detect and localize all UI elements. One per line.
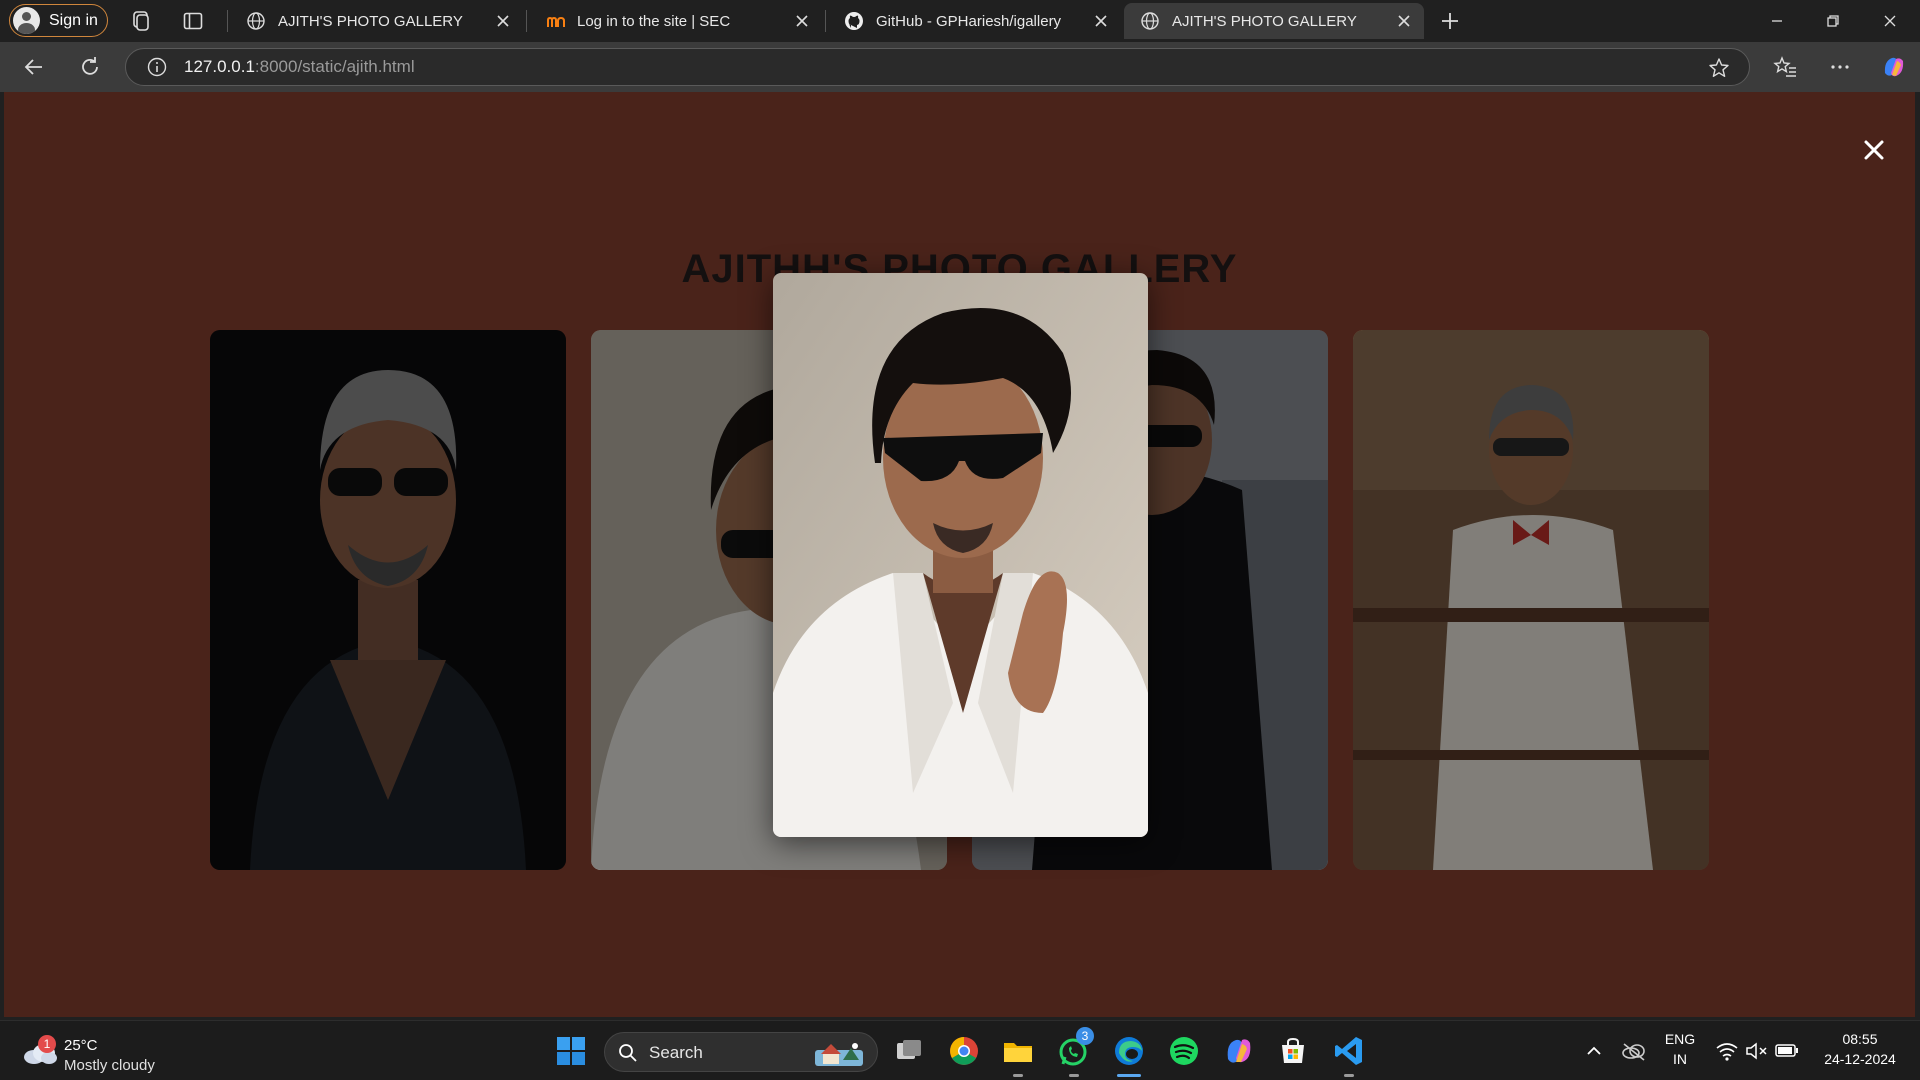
running-indicator (1013, 1074, 1023, 1077)
language-secondary: IN (1673, 1051, 1687, 1067)
windows-start-icon[interactable] (553, 1033, 589, 1069)
browser-toolbar: 127.0.0.1:8000/static/ajith.html (0, 42, 1920, 92)
file-explorer-icon[interactable] (1000, 1033, 1036, 1069)
favorite-star-icon[interactable] (1707, 56, 1731, 80)
tab-separator (526, 10, 527, 32)
running-indicator (1069, 1074, 1079, 1077)
photo-dim-overlay (210, 330, 566, 870)
moodle-icon (547, 16, 565, 27)
tab-sec-login[interactable]: Log in to the site | SEC (529, 3, 822, 39)
copilot-app-icon[interactable] (1221, 1033, 1257, 1069)
sign-in-label: Sign in (49, 11, 98, 29)
tab-separator (227, 10, 228, 32)
github-icon (845, 12, 863, 30)
copilot-icon[interactable] (1880, 53, 1908, 81)
close-tab-icon[interactable] (1091, 11, 1111, 31)
address-bar[interactable]: 127.0.0.1:8000/static/ajith.html (125, 48, 1750, 86)
lightbox-portrait (773, 273, 1148, 837)
weather-temperature: 25°C (64, 1037, 98, 1054)
tab-title: GitHub - GPHariesh/igallery (876, 12, 1062, 30)
wifi-icon[interactable] (1714, 1033, 1740, 1069)
favorites-icon[interactable] (1771, 53, 1799, 81)
tab-strip: Sign in AJITH'S PHOTO GALLERY Log in to … (0, 0, 1920, 42)
tab-separator (825, 10, 826, 32)
microsoft-store-icon[interactable] (1275, 1033, 1311, 1069)
clock-time[interactable]: 08:55 (1810, 1031, 1910, 1047)
globe-icon (1141, 12, 1159, 30)
lightbox-close-icon[interactable] (1860, 136, 1888, 164)
language-primary[interactable]: ENG (1662, 1031, 1698, 1047)
sign-in-button[interactable]: Sign in (9, 4, 108, 37)
lightbox-image[interactable] (773, 273, 1148, 837)
active-app-indicator (1117, 1074, 1141, 1077)
globe-icon (247, 12, 265, 30)
gallery-photo-4[interactable] (1353, 330, 1709, 870)
weather-notification-badge: 1 (38, 1035, 56, 1053)
close-window-icon[interactable] (1878, 9, 1902, 33)
new-tab-icon[interactable] (1438, 9, 1462, 33)
restore-icon[interactable] (1821, 9, 1845, 33)
close-tab-icon[interactable] (1394, 11, 1414, 31)
refresh-icon[interactable] (76, 53, 104, 81)
tab-title: AJITH'S PHOTO GALLERY (1172, 12, 1357, 30)
more-options-icon[interactable] (1826, 53, 1854, 81)
chevron-up-icon[interactable] (1582, 1033, 1606, 1069)
search-label: Search (649, 1043, 703, 1062)
profile-avatar-icon (13, 7, 40, 34)
close-tab-icon[interactable] (792, 11, 812, 31)
tab-ajith-gallery-active[interactable]: AJITH'S PHOTO GALLERY (1124, 3, 1424, 39)
tab-title: Log in to the site | SEC (577, 12, 731, 30)
site-info-icon[interactable] (146, 56, 168, 78)
photo-dim-overlay (1353, 330, 1709, 870)
clock-date: 24-12-2024 (1824, 1051, 1896, 1067)
gallery-photo-1[interactable] (210, 330, 566, 870)
url-path: :8000/static/ajith.html (254, 57, 415, 76)
edge-icon[interactable] (1111, 1033, 1147, 1069)
volume-muted-icon[interactable] (1744, 1033, 1770, 1069)
spotify-icon[interactable] (1166, 1033, 1202, 1069)
weather-widget[interactable]: 1 25°C Mostly cloudy (22, 1029, 172, 1074)
windows-taskbar: 1 25°C Mostly cloudy Search 3 ENG IN 08:… (0, 1020, 1920, 1080)
workspaces-icon[interactable] (129, 9, 153, 33)
search-icon (619, 1044, 637, 1062)
page-viewport: AJITHH'S PHOTO GALLERY (4, 92, 1915, 1017)
taskbar-search[interactable]: Search (604, 1032, 878, 1072)
running-indicator (1344, 1074, 1354, 1077)
battery-icon[interactable] (1774, 1033, 1800, 1069)
task-view-icon[interactable] (891, 1033, 927, 1069)
url-host: 127.0.0.1 (184, 57, 255, 76)
close-tab-icon[interactable] (493, 11, 513, 31)
tab-github-igallery[interactable]: GitHub - GPHariesh/igallery (828, 3, 1121, 39)
tab-ajith-gallery-1[interactable]: AJITH'S PHOTO GALLERY (230, 3, 523, 39)
search-highlight-icon (815, 1043, 863, 1066)
tab-title: AJITH'S PHOTO GALLERY (278, 12, 463, 30)
tab-actions-icon[interactable] (181, 9, 205, 33)
back-icon[interactable] (20, 53, 48, 81)
minimize-icon[interactable] (1765, 9, 1789, 33)
whatsapp-notification-badge: 3 (1076, 1027, 1094, 1045)
vscode-icon[interactable] (1331, 1033, 1367, 1069)
weather-condition: Mostly cloudy (64, 1057, 155, 1074)
chrome-icon[interactable] (946, 1033, 982, 1069)
onedrive-offline-icon[interactable] (1620, 1033, 1648, 1069)
